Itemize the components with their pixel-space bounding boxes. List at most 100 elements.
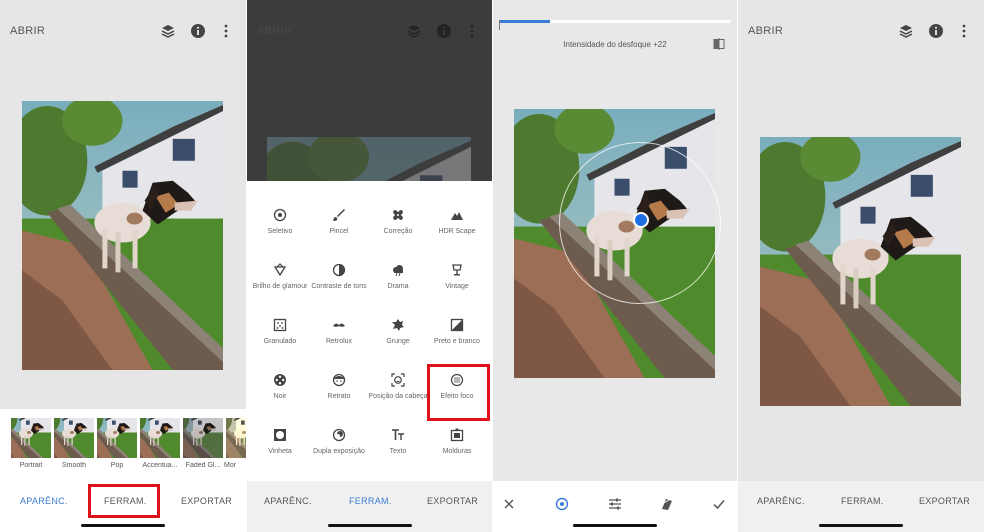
tool-head-pose[interactable]: Posição da cabeça	[368, 373, 428, 401]
bandage-icon	[393, 210, 403, 220]
tab-export[interactable]: EXPORTAR	[427, 496, 478, 506]
tool-label: Posição da cabeça	[368, 393, 428, 400]
tool-label: Seletivo	[267, 228, 293, 235]
tool-grainy-film[interactable]: Granulado	[250, 318, 310, 346]
layers-icon[interactable]	[898, 23, 914, 39]
target-icon	[273, 208, 287, 222]
info-icon	[437, 24, 451, 38]
mountain-icon	[451, 212, 463, 220]
tool-text[interactable]: Texto	[368, 428, 428, 456]
focus-center-handle[interactable]	[633, 212, 649, 228]
close-icon[interactable]	[502, 497, 516, 511]
info-icon[interactable]	[928, 23, 944, 39]
tool-frames[interactable]: Molduras	[427, 428, 487, 456]
tool-tonal-contrast[interactable]: Contraste de tons	[309, 263, 369, 291]
tool-noir[interactable]: Noir	[250, 373, 310, 401]
tab-looks[interactable]: APARÊNC.	[757, 496, 805, 506]
filter-thumb-pop[interactable]	[97, 418, 137, 458]
blur-strength-label: Intensidade do desfoque +22	[563, 40, 667, 49]
home-indicator	[81, 524, 165, 527]
tool-selective[interactable]: Seletivo	[250, 208, 310, 236]
filter-label: Pop	[110, 462, 124, 469]
filter-thumb-smooth[interactable]	[54, 418, 94, 458]
tool-vignette[interactable]: Vinheta	[250, 428, 310, 456]
sliders-icon[interactable]	[608, 497, 622, 511]
tool-glamour-glow[interactable]: Brilho de glamour	[250, 263, 310, 291]
focus-target-icon[interactable]	[555, 497, 569, 511]
tool-grunge[interactable]: Grunge	[368, 318, 428, 346]
face-icon	[332, 373, 346, 387]
tool-label: Noir	[273, 393, 287, 400]
filter-label: Mor	[224, 462, 237, 469]
grain-icon	[273, 318, 287, 332]
bw-photo-icon	[450, 318, 464, 332]
tool-label: Brilho de glamour	[252, 283, 308, 290]
filter-thumb-faded-glow[interactable]	[183, 418, 223, 458]
layers-icon[interactable]	[160, 23, 176, 39]
bottom-tab-bar: APARÊNC. FERRAM. EXPORTAR	[0, 481, 246, 532]
filter-thumb-accentuate[interactable]	[140, 418, 180, 458]
dimmed-background: ABRIR	[247, 0, 492, 181]
filter-thumb-portrait[interactable]	[11, 418, 51, 458]
tool-drama[interactable]: Drama	[368, 263, 428, 291]
bottom-tab-bar: APARÊNC. FERRAM. EXPORTAR	[738, 481, 984, 532]
tool-label: Drama	[387, 283, 409, 290]
home-indicator	[819, 524, 903, 527]
filter-strip[interactable]: Portrait Smooth Pop Accentua... Faded Gl…	[0, 409, 246, 481]
result-screen: ABRIR APARÊNC. FERRAM. EXPORTAR	[738, 0, 984, 532]
tab-looks[interactable]: APARÊNC.	[20, 496, 68, 506]
cloud-icon	[393, 265, 403, 277]
tools-screen: ABRIR Seletivo Pincel Correção HDR Scape…	[247, 0, 492, 532]
tool-vintage[interactable]: Vintage	[427, 263, 487, 291]
tools-grid: Seletivo Pincel Correção HDR Scape Brilh…	[247, 181, 492, 481]
tool-hdr-scape[interactable]: HDR Scape	[427, 208, 487, 236]
head-pose-icon	[391, 373, 405, 387]
mustache-icon	[333, 323, 345, 327]
home-indicator	[573, 524, 657, 527]
frame-icon	[450, 428, 464, 442]
grunge-icon	[392, 319, 404, 331]
filter-thumb-more[interactable]	[226, 418, 246, 458]
tool-label: Dupla exposição	[313, 448, 365, 455]
film-reel-icon	[274, 374, 286, 386]
home-indicator	[327, 524, 412, 527]
double-exposure-icon	[332, 428, 346, 442]
tool-black-and-white[interactable]: Preto e branco	[427, 318, 487, 346]
tool-portrait[interactable]: Retrato	[309, 373, 369, 401]
tool-retrolux[interactable]: Retrolux	[309, 318, 369, 346]
tool-label: Pincel	[329, 228, 349, 235]
more-vert-icon[interactable]	[956, 23, 972, 39]
vignette-icon	[274, 429, 286, 441]
progress-edge	[499, 20, 500, 30]
tool-brush[interactable]: Pincel	[309, 208, 369, 236]
tab-export[interactable]: EXPORTAR	[919, 496, 970, 506]
tab-looks[interactable]: APARÊNC.	[264, 496, 312, 506]
filter-label: Accentua...	[142, 462, 178, 469]
filter-label: Portrait	[19, 462, 43, 469]
info-icon[interactable]	[190, 23, 206, 39]
styles-icon[interactable]	[660, 497, 674, 511]
tool-double-exposure[interactable]: Dupla exposição	[309, 428, 369, 456]
more-vert-icon[interactable]	[218, 23, 234, 39]
tonal-contrast-icon	[332, 263, 346, 277]
tab-export[interactable]: EXPORTAR	[181, 496, 232, 506]
open-button[interactable]: ABRIR	[748, 25, 783, 37]
tool-label: Preto e branco	[434, 338, 480, 345]
photo-preview	[267, 137, 471, 181]
looks-screen: ABRIR Portrait Smooth Pop Accentua... Fa…	[0, 0, 246, 532]
tool-label: Texto	[389, 448, 407, 455]
open-button[interactable]: ABRIR	[10, 25, 45, 37]
compare-icon[interactable]	[713, 38, 725, 50]
tool-label: Vinheta	[268, 448, 292, 455]
check-icon[interactable]	[712, 497, 726, 511]
top-bar: ABRIR	[738, 0, 984, 62]
filter-label: Faded Gl...	[185, 462, 221, 469]
tab-tools[interactable]: FERRAM.	[349, 496, 392, 506]
blur-strength-bar[interactable]	[499, 20, 731, 23]
tab-tools[interactable]: FERRAM.	[841, 496, 884, 506]
highlight-box	[88, 484, 160, 518]
tool-healing[interactable]: Correção	[368, 208, 428, 236]
open-button[interactable]: ABRIR	[257, 25, 292, 37]
tool-label: Retrato	[327, 393, 351, 400]
tool-label: Granulado	[263, 338, 297, 345]
